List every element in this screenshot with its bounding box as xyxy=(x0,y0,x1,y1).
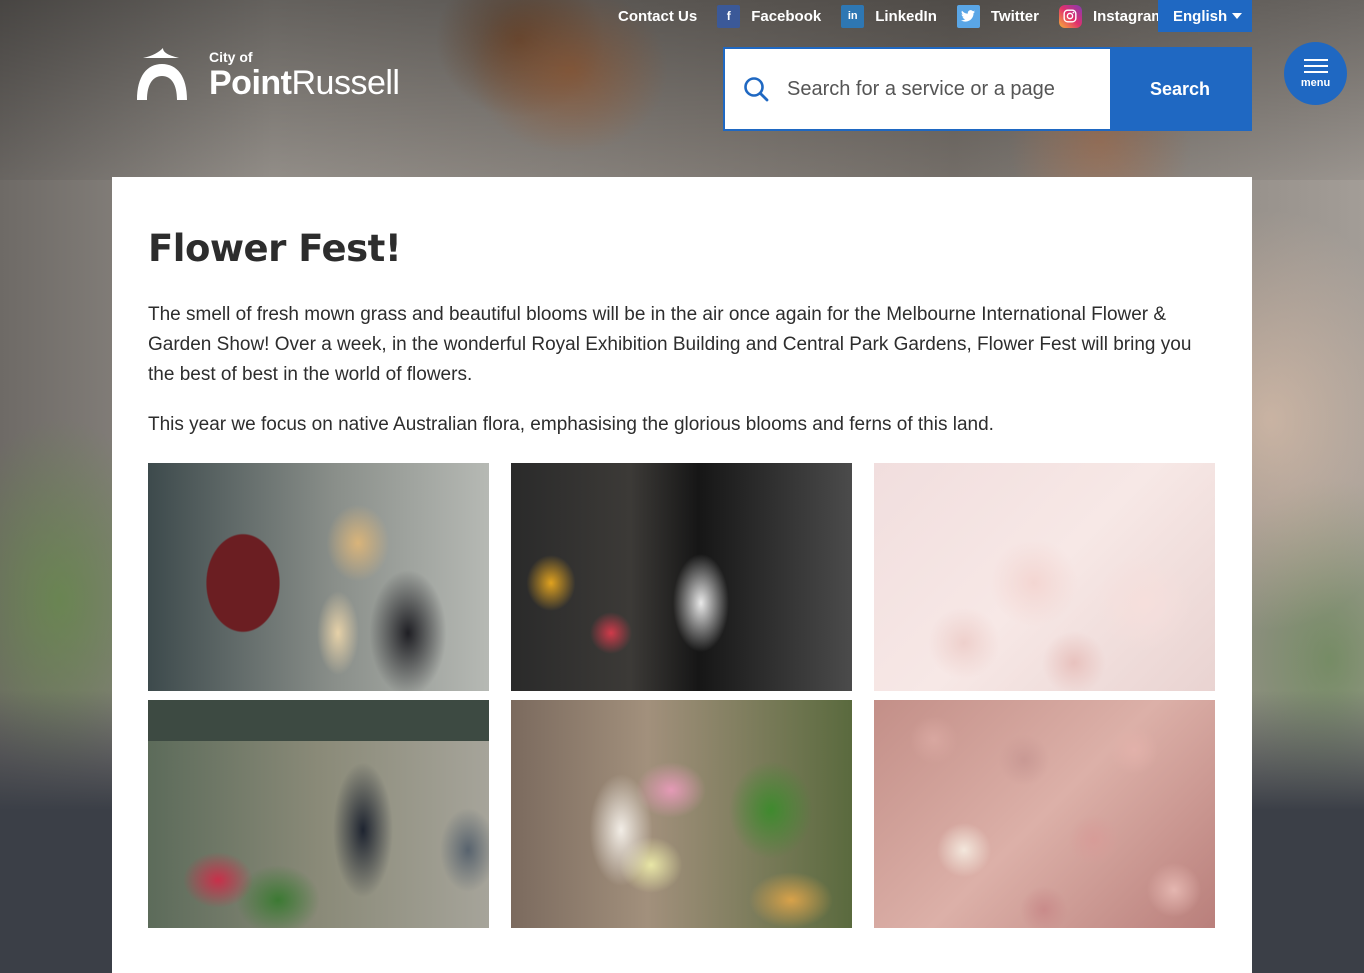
search-form: Search xyxy=(723,47,1252,131)
logo-mark-icon xyxy=(137,46,187,100)
linkedin-icon: in xyxy=(841,4,865,28)
page-title: Flower Fest! xyxy=(148,227,402,270)
twitter-link[interactable]: Twitter xyxy=(956,4,1039,28)
contact-us-link[interactable]: Contact Us xyxy=(618,8,697,25)
gallery-photo-roses[interactable] xyxy=(874,700,1215,928)
instagram-icon xyxy=(1058,4,1082,28)
caret-down-icon xyxy=(1232,13,1242,19)
utility-nav: Contact Us f Facebook in LinkedIn Twitte… xyxy=(600,0,1185,32)
gallery-photo-street-vendor[interactable] xyxy=(511,700,852,928)
logo-name-bold: Point xyxy=(209,64,292,102)
intro-paragraph: The smell of fresh mown grass and beauti… xyxy=(148,304,1192,385)
facebook-label: Facebook xyxy=(751,7,822,25)
language-label: English xyxy=(1173,7,1228,25)
search-button[interactable]: Search xyxy=(1110,49,1250,129)
language-select[interactable]: English xyxy=(1158,0,1252,32)
gallery-photo-couple-flowers[interactable] xyxy=(148,463,489,691)
menu-label: menu xyxy=(1300,76,1331,89)
gallery-photo-woman-florist[interactable] xyxy=(511,463,852,691)
hamburger-icon xyxy=(1303,58,1328,73)
twitter-icon xyxy=(956,4,980,28)
gallery-photo-flower-market[interactable] xyxy=(148,700,489,928)
search-icon xyxy=(725,49,787,129)
linkedin-label: LinkedIn xyxy=(875,7,937,25)
logo-text: City of PointRussell xyxy=(209,49,400,102)
photo-gallery xyxy=(148,463,1216,928)
facebook-link[interactable]: f Facebook xyxy=(717,4,822,28)
logo-name-light: Russell xyxy=(291,64,400,102)
linkedin-link[interactable]: in LinkedIn xyxy=(841,4,937,28)
instagram-label: Instagram xyxy=(1092,7,1165,25)
content-card: Flower Fest! The smell of fresh mown gra… xyxy=(112,177,1252,973)
twitter-label: Twitter xyxy=(990,7,1039,25)
gallery-photo-peonies[interactable] xyxy=(874,463,1215,691)
instagram-link[interactable]: Instagram xyxy=(1058,4,1165,28)
contact-us-label: Contact Us xyxy=(618,7,698,25)
logo-city-of: City of xyxy=(209,49,253,65)
search-input[interactable] xyxy=(787,49,1110,129)
focus-paragraph: This year we focus on native Australian … xyxy=(148,414,994,435)
menu-button[interactable]: menu xyxy=(1284,42,1347,105)
site-logo[interactable]: City of PointRussell xyxy=(137,46,400,102)
facebook-icon: f xyxy=(717,4,741,28)
logo-name: PointRussell xyxy=(209,64,400,102)
